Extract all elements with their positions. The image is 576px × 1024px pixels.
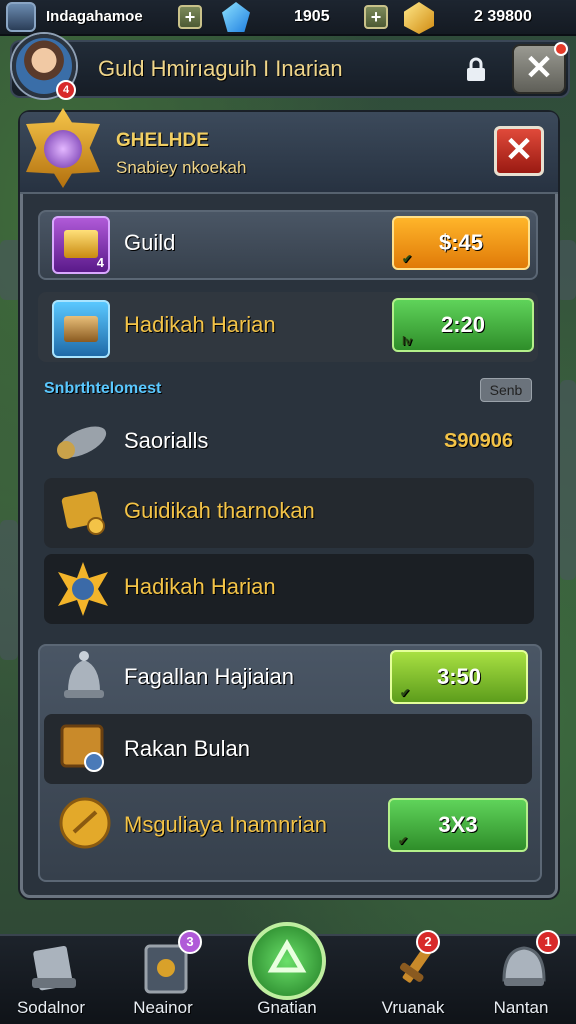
row-value: S90906 — [444, 430, 513, 452]
gold-box-icon — [61, 491, 105, 535]
background-stone — [0, 240, 22, 300]
button-label: 2:20 — [440, 312, 486, 337]
claim-button[interactable]: 3X3 ✔ — [388, 798, 528, 852]
scroll-icon — [32, 946, 76, 991]
close-screen-button[interactable]: ✕ — [512, 42, 568, 94]
row-label: Fagallan Hajiaian — [124, 664, 294, 689]
close-icon: ✕ — [524, 49, 554, 87]
row-label: Saorialls — [124, 428, 209, 453]
section-label: Snbrthtelomest — [44, 380, 162, 397]
nav-label: Vruanak — [381, 998, 445, 1017]
nav-item-nantan[interactable]: 1 Nantan — [466, 930, 576, 1024]
row-label: Guild — [124, 230, 176, 255]
add-gems-button[interactable]: + — [178, 5, 202, 29]
sort-button[interactable]: Senb — [480, 378, 532, 402]
button-label: $:45 — [438, 230, 484, 255]
nav-badge: 2 — [416, 930, 440, 954]
nav-item-sodalnor[interactable]: Sodalnor — [0, 934, 106, 1024]
daily-timer-button[interactable]: 2:20 lv — [392, 298, 534, 352]
list-item[interactable] — [44, 714, 532, 784]
button-label: 3X3 — [438, 812, 478, 837]
player-mini-avatar[interactable] — [6, 2, 36, 32]
cannon-icon — [57, 426, 107, 459]
bell-icon — [64, 651, 104, 698]
notification-dot — [554, 42, 568, 56]
row-label: Guidikah tharnokan — [124, 498, 315, 523]
row-label: Hadikah Harian — [124, 574, 276, 599]
nav-label: Sodalnor — [16, 998, 86, 1017]
list-item[interactable] — [44, 554, 534, 624]
row-label: Rakan Bulan — [124, 736, 250, 761]
gold-count: 2 39800 — [474, 8, 532, 25]
gems-count: 1905 — [294, 8, 330, 25]
panel-subtitle: Snabiey nkoekah — [116, 158, 247, 177]
panel-close-button[interactable]: ✕ — [494, 126, 544, 176]
panel-title: GHELHDE — [116, 130, 209, 151]
nav-item-gnatian[interactable]: Gnatian — [232, 922, 342, 1024]
nav-item-vruanak[interactable]: 2 Vruanak — [358, 930, 468, 1024]
header-title: Guld Hmirıaguih I Inarian — [98, 56, 343, 81]
reward-timer-button[interactable]: 3:50 ✔ — [390, 650, 528, 704]
crate-icon — [60, 724, 104, 772]
background-stone — [556, 240, 576, 300]
nav-label: Gnatian — [257, 998, 317, 1017]
treasure-chest-icon: 4 — [52, 216, 110, 274]
background-stone — [560, 380, 576, 580]
nav-item-neainor[interactable]: 3 Neainor — [108, 930, 218, 1024]
lock-icon[interactable] — [454, 50, 498, 90]
player-name: Indagahamoe — [46, 8, 143, 25]
row-label: Hadikah Harian — [124, 312, 276, 337]
add-gold-button[interactable]: + — [364, 5, 388, 29]
row-label: Msguliaya Inamnrian — [124, 812, 327, 837]
sun-medal-icon — [58, 562, 108, 616]
gold-coin-icon — [59, 797, 111, 849]
panel-header — [20, 112, 558, 194]
chest-icon — [52, 300, 110, 358]
background-stone — [0, 520, 18, 660]
nav-label: Neainor — [133, 998, 193, 1017]
nav-badge: 3 — [178, 930, 202, 954]
nav-badge: 1 — [536, 930, 560, 954]
button-label: 3:50 — [436, 664, 482, 689]
avatar-badge: 4 — [56, 80, 76, 100]
guild-timer-button[interactable]: $:45 ✔ — [392, 216, 530, 270]
home-recycle-icon — [248, 922, 326, 1000]
nav-label: Nantan — [493, 998, 549, 1017]
icon-level-badge: 4 — [96, 255, 104, 270]
